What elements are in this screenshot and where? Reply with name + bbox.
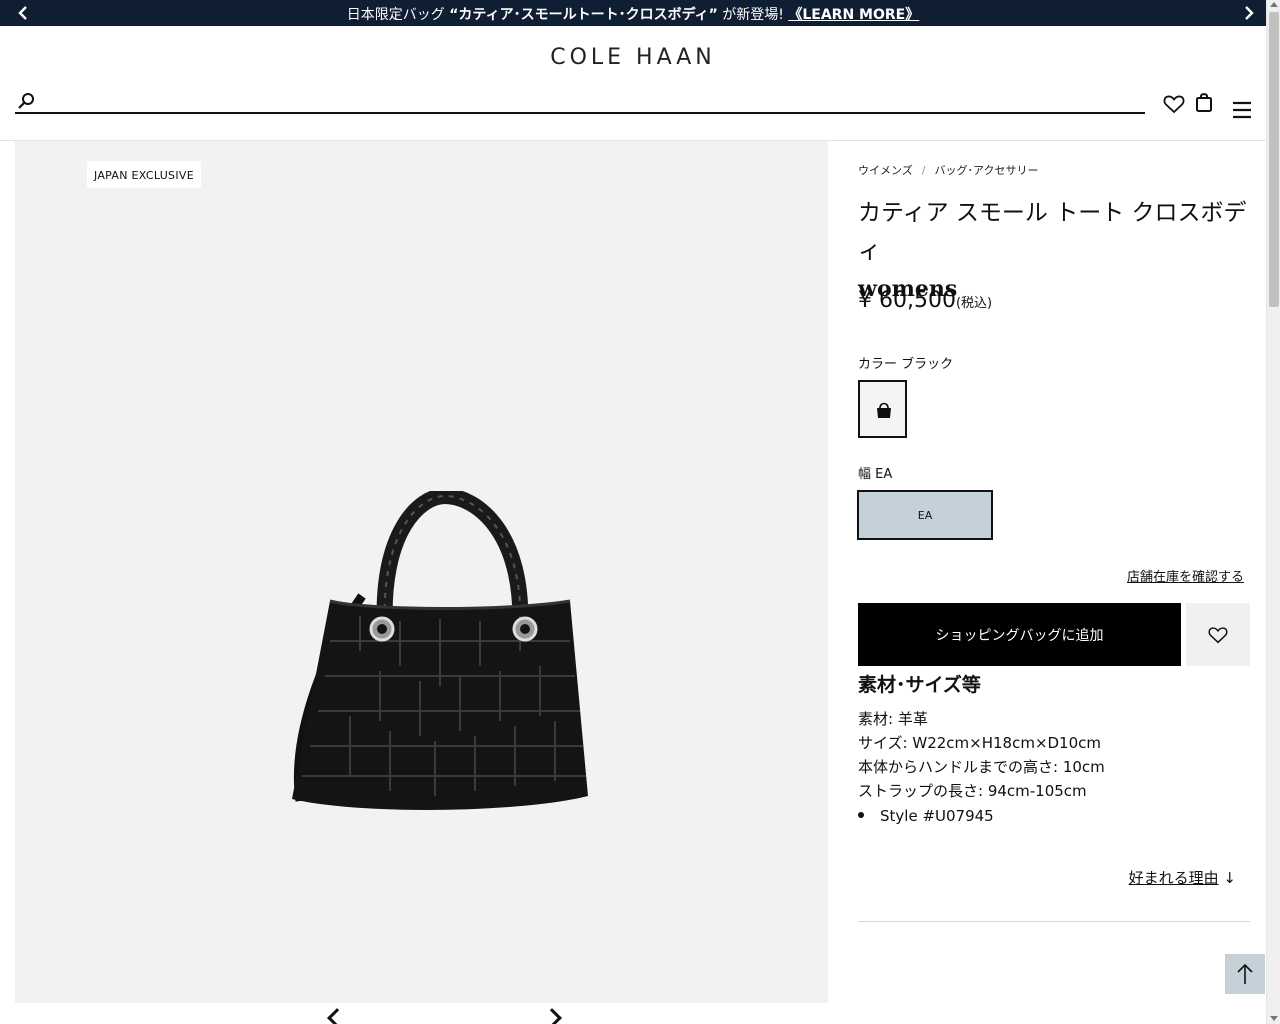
tax-note: (税込) xyxy=(955,296,993,311)
gallery-nav xyxy=(0,1008,828,1024)
back-to-top-button[interactable] xyxy=(1225,954,1265,994)
scrollbar-thumb[interactable] xyxy=(1269,12,1279,307)
reasons-link[interactable]: 好まれる理由 ↓ xyxy=(1129,867,1236,888)
style-number-text: Style #U07945 xyxy=(880,807,994,825)
color-label-text: カラー xyxy=(858,357,898,372)
page-scrollbar[interactable] xyxy=(1266,0,1280,1024)
scroll-down-arrow-icon[interactable] xyxy=(1270,1016,1278,1021)
spec-material: 素材: 羊革 xyxy=(858,710,928,728)
breadcrumb: ウイメンズ / バッグ･アクセサリー xyxy=(858,162,1038,178)
breadcrumb-separator: / xyxy=(921,164,926,177)
search-bar[interactable] xyxy=(15,90,1145,114)
width-value: EA xyxy=(875,467,893,482)
material-heading: 素材･サイズ等 xyxy=(858,674,981,696)
breadcrumb-item-bags-accessories[interactable]: バッグ･アクセサリー xyxy=(935,164,1039,177)
shopping-bag-icon[interactable] xyxy=(1193,90,1217,114)
scroll-up-arrow-icon[interactable] xyxy=(1270,2,1278,7)
product-title-text: カティア スモール トート クロスボディ xyxy=(858,200,1247,264)
add-to-wishlist-button[interactable] xyxy=(1186,603,1250,666)
color-value: ブラック xyxy=(901,357,954,372)
bullet-icon xyxy=(858,811,864,818)
style-number: Style #U07945 xyxy=(858,807,994,825)
gallery-next-arrow-icon[interactable] xyxy=(542,1008,562,1024)
add-to-bag-button[interactable]: ショッピングバッグに追加 xyxy=(858,603,1181,666)
heart-icon[interactable] xyxy=(1162,92,1186,116)
width-label: 幅 EA xyxy=(858,463,892,482)
chevron-right-icon xyxy=(1245,6,1254,20)
heart-icon xyxy=(1208,626,1228,643)
gallery-prev-arrow-icon[interactable] xyxy=(327,1008,347,1024)
site-header: COLE HAAN xyxy=(0,26,1266,141)
width-label-text: 幅 xyxy=(858,467,872,482)
color-swatch-black[interactable] xyxy=(858,380,907,438)
spec-size: サイズ: W22cm×H18cm×D10cm xyxy=(858,734,1102,752)
breadcrumb-item-womens[interactable]: ウイメンズ xyxy=(858,164,913,177)
color-label: カラー ブラック xyxy=(858,353,953,372)
arrow-up-icon xyxy=(1237,963,1253,984)
product-price: ¥ 60,500(税込) xyxy=(858,288,992,313)
promo-suffix: が新登場! xyxy=(717,7,789,23)
bag-thumbnail-icon xyxy=(877,402,891,418)
japan-exclusive-badge: JAPAN EXCLUSIVE xyxy=(87,161,201,188)
promo-highlight: “カティア･スモールトート･クロスボディ” xyxy=(449,7,718,23)
section-divider xyxy=(858,921,1250,922)
size-option-ea[interactable]: EA xyxy=(857,490,993,540)
search-input[interactable] xyxy=(43,90,1133,112)
product-gallery: JAPAN EXCLUSIVE xyxy=(15,141,828,1003)
spec-strap-length: ストラップの長さ: 94cm-105cm xyxy=(858,782,1087,800)
promo-learn-more-link[interactable]: 《LEARN MORE》 xyxy=(788,7,919,23)
promo-prefix: 日本限定バッグ xyxy=(346,7,450,23)
reasons-link-text: 好まれる理由 xyxy=(1128,869,1219,887)
spec-list: 素材: 羊革 サイズ: W22cm×H18cm×D10cm 本体からハンドルまで… xyxy=(858,707,1105,803)
promo-next-button[interactable] xyxy=(1236,0,1262,26)
arrow-down-icon: ↓ xyxy=(1223,869,1236,887)
promo-message: 日本限定バッグ “カティア･スモールトート･クロスボディ” が新登場! 《LEA… xyxy=(0,4,1266,24)
hamburger-menu-icon[interactable] xyxy=(1230,98,1254,122)
search-icon[interactable] xyxy=(17,92,35,110)
promo-banner: 日本限定バッグ “カティア･スモールトート･クロスボディ” が新登場! 《LEA… xyxy=(0,0,1266,26)
product-image[interactable] xyxy=(270,491,600,831)
price-value: ¥ 60,500 xyxy=(858,288,956,313)
store-stock-link[interactable]: 店舗在庫を確認する xyxy=(1127,566,1244,585)
spec-handle-height: 本体からハンドルまでの高さ: 10cm xyxy=(858,758,1105,776)
site-logo[interactable]: COLE HAAN xyxy=(0,45,1266,70)
